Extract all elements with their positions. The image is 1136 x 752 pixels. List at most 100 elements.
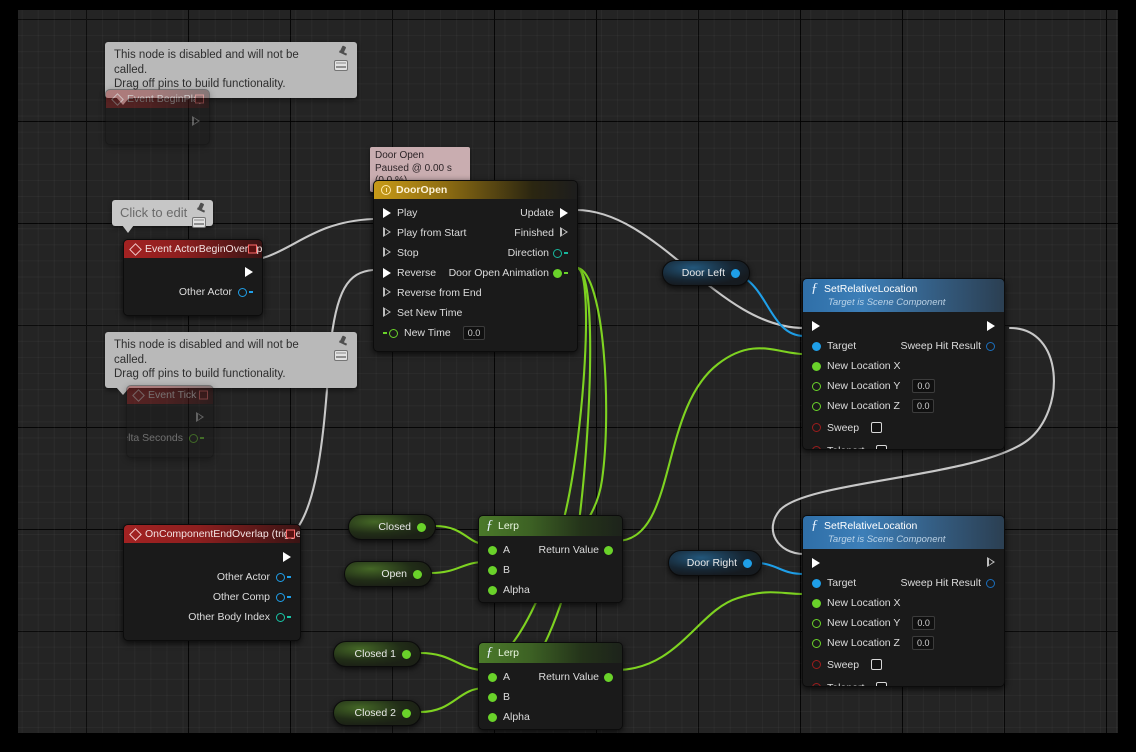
pin-row-other-actor[interactable]: Other Actor	[124, 282, 262, 302]
pin-row-new-location-z[interactable]: New Location Z 0.0	[803, 396, 1004, 416]
pin-row-set-new-time[interactable]: Set New Time	[374, 303, 577, 323]
pin-row-delta-seconds[interactable]: Delta Seconds	[127, 428, 213, 448]
float-pin-icon[interactable]	[812, 638, 821, 648]
pin-icon[interactable]	[337, 46, 349, 58]
sweep-checkbox[interactable]	[871, 659, 883, 670]
variable-node-door-right[interactable]: Door Right	[668, 550, 762, 576]
node-timeline-door-open[interactable]: DoorOpen Play Update Play from Start Fin…	[373, 180, 578, 352]
pin-row-reverse-from-end[interactable]: Reverse from End	[374, 283, 577, 303]
exec-input-pin-play[interactable]	[383, 208, 391, 218]
node-event-begin-play[interactable]: Event BeginPlay	[105, 89, 210, 145]
variable-node-closed-1[interactable]: Closed 1	[333, 641, 421, 667]
pin-row-b[interactable]: B	[479, 687, 622, 707]
float-pin-icon[interactable]	[413, 569, 422, 579]
pin-row-reverse-animation[interactable]: Reverse Door Open Animation	[374, 263, 577, 283]
new-location-y-field[interactable]: 0.0	[912, 379, 935, 393]
pin-row-b[interactable]: B	[479, 560, 622, 580]
event-enabled-box-icon[interactable]	[286, 529, 295, 539]
node-on-component-end-overlap[interactable]: OnComponentEndOverlap (trigger) Other Ac…	[123, 524, 301, 641]
object-pin-icon[interactable]	[743, 558, 752, 568]
pin-row-new-location-y[interactable]: New Location Y 0.0	[803, 613, 1004, 633]
node-lerp-bottom[interactable]: ƒ Lerp A Return Value B Alpha	[478, 642, 623, 730]
pin-row-stop-direction[interactable]: Stop Direction	[374, 243, 577, 263]
node-set-relative-location-left[interactable]: ƒ SetRelativeLocation Target is Scene Co…	[802, 278, 1005, 450]
exec-output-pin-finished[interactable]	[560, 227, 568, 239]
pin-row-teleport[interactable]: Teleport	[803, 676, 1004, 686]
float-pin-icon[interactable]	[402, 649, 411, 659]
enum-pin-icon[interactable]	[553, 248, 562, 258]
new-location-y-field[interactable]: 0.0	[912, 616, 935, 630]
pin-row-exec[interactable]	[803, 553, 1004, 573]
float-pin-icon[interactable]	[417, 522, 426, 532]
pin-row-exec-out[interactable]	[127, 408, 213, 428]
float-pin-icon[interactable]	[812, 401, 821, 411]
bool-pin-icon[interactable]	[812, 660, 821, 669]
exec-input-pin-set-new-time[interactable]	[383, 307, 391, 319]
pin-row-exec[interactable]	[803, 316, 1004, 336]
variable-node-open[interactable]: Open	[344, 561, 432, 587]
float-pin-icon[interactable]	[389, 328, 398, 338]
pin-delta-seconds[interactable]	[189, 433, 204, 443]
object-pin-icon[interactable]	[812, 341, 821, 351]
pin-direction[interactable]	[553, 248, 568, 258]
pin-row-exec-out[interactable]	[106, 112, 209, 132]
exec-output-pin[interactable]	[283, 552, 291, 562]
new-location-z-field[interactable]: 0.0	[911, 399, 935, 413]
variable-node-closed[interactable]: Closed	[348, 514, 436, 540]
float-pin-icon[interactable]	[488, 712, 497, 722]
pin-row-sweep[interactable]: Sweep	[803, 416, 1004, 439]
object-pin-icon[interactable]	[276, 592, 285, 602]
exec-input-pin-stop[interactable]	[383, 247, 391, 259]
float-pin-icon[interactable]	[189, 433, 198, 443]
exec-input-pin[interactable]	[812, 558, 820, 568]
float-pin-icon[interactable]	[604, 672, 613, 682]
float-pin-icon[interactable]	[488, 585, 497, 595]
float-pin-icon[interactable]	[604, 545, 613, 555]
exec-input-pin-reverse-from-end[interactable]	[383, 287, 391, 299]
float-pin-icon[interactable]	[488, 692, 497, 702]
float-pin-icon[interactable]	[812, 361, 821, 371]
float-pin-icon[interactable]	[553, 268, 562, 278]
object-pin-icon[interactable]	[276, 572, 285, 582]
float-pin-icon[interactable]	[812, 598, 821, 608]
pin-row-target-sweephit[interactable]: Target Sweep Hit Result	[803, 573, 1004, 593]
exec-input-pin-reverse[interactable]	[383, 268, 391, 278]
pin-icon[interactable]	[337, 336, 349, 348]
pin-row-new-location-x[interactable]: New Location X	[803, 593, 1004, 613]
object-pin-icon[interactable]	[812, 578, 821, 588]
exec-output-pin-update[interactable]	[560, 208, 568, 218]
struct-pin-icon[interactable]	[986, 341, 995, 351]
exec-output-pin[interactable]	[196, 412, 204, 424]
exec-output-pin[interactable]	[192, 116, 200, 128]
pin-row-new-location-x[interactable]: New Location X	[803, 356, 1004, 376]
float-pin-icon[interactable]	[488, 545, 497, 555]
pin-row-other-body-index[interactable]: Other Body Index	[124, 607, 300, 627]
bool-pin-icon[interactable]	[812, 446, 821, 449]
pin-row-new-location-z[interactable]: New Location Z 0.0	[803, 633, 1004, 653]
pin-row-play-update[interactable]: Play Update	[374, 203, 577, 223]
pin-row-other-comp[interactable]: Other Comp	[124, 587, 300, 607]
exec-output-pin[interactable]	[987, 557, 995, 569]
float-pin-icon[interactable]	[488, 565, 497, 575]
comment-icon[interactable]	[334, 350, 348, 361]
pin-other-actor[interactable]	[238, 287, 253, 297]
pin-row-a-return[interactable]: A Return Value	[479, 667, 622, 687]
event-enabled-box-icon[interactable]	[195, 94, 204, 104]
pin-new-time[interactable]	[383, 328, 398, 338]
pin-other-comp[interactable]	[276, 592, 291, 602]
int-pin-icon[interactable]	[276, 612, 285, 622]
exec-input-pin-play-from-start[interactable]	[383, 227, 391, 239]
pin-row-exec-out[interactable]	[124, 547, 300, 567]
float-pin-icon[interactable]	[812, 381, 821, 391]
pin-row-alpha[interactable]: Alpha	[479, 580, 622, 600]
object-pin-icon[interactable]	[238, 287, 247, 297]
event-enabled-box-icon[interactable]	[248, 244, 257, 254]
comment-icon[interactable]	[334, 60, 348, 71]
node-set-relative-location-right[interactable]: ƒ SetRelativeLocation Target is Scene Co…	[802, 515, 1005, 687]
comment-icon[interactable]	[192, 217, 207, 228]
pin-row-new-time[interactable]: New Time 0.0	[374, 323, 577, 343]
pin-other-body-index[interactable]	[276, 612, 291, 622]
teleport-checkbox[interactable]	[876, 445, 888, 449]
pin-row-new-location-y[interactable]: New Location Y 0.0	[803, 376, 1004, 396]
struct-pin-icon[interactable]	[986, 578, 995, 588]
